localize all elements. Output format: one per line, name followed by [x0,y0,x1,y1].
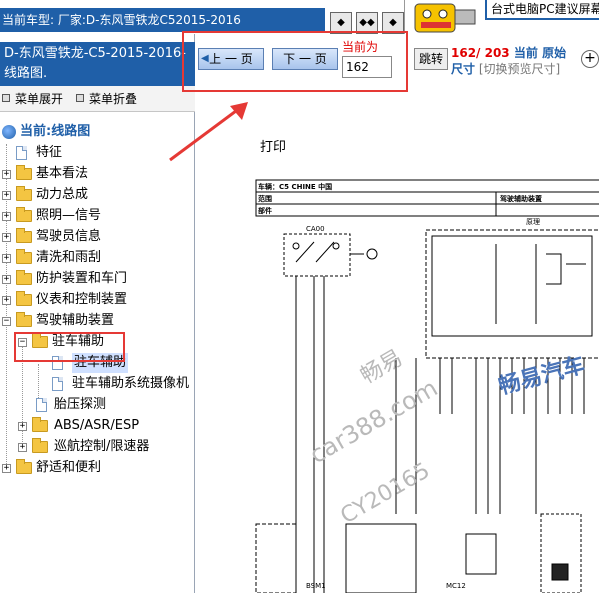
document-title: D-东风雪铁龙-C5-2015-2016- 线路图. [0,42,195,86]
folder-icon [16,249,32,264]
page-icon [52,377,63,391]
page-icon [16,146,27,160]
globe-icon [2,125,16,139]
folder-icon [16,312,32,327]
tree-item-label: ABS/ASR/ESP [54,418,140,433]
header-scope: 范围 [258,194,272,203]
tree-item-label: 巡航控制/限速器 [54,439,150,454]
expand-icon[interactable]: + [2,464,11,473]
tree-item-label: 驻车辅助系统摄像机 [72,376,190,391]
folder-icon [32,417,48,432]
annotation-arrow [169,102,248,162]
folder-icon [16,228,32,243]
double-arrow-icon[interactable]: ◆◆ [356,12,378,34]
arrow-icon[interactable]: ◆ [382,12,404,34]
expand-icon[interactable]: + [2,191,11,200]
header-principle: 原理 [526,218,540,226]
ad-banner[interactable]: 台式电脑PC建议屏幕 [404,0,599,34]
expand-icon[interactable]: + [18,422,27,431]
original-size-label: 原始 [542,46,567,60]
parking-module [425,229,599,359]
collapse-icon[interactable]: − [2,317,11,326]
page-number-input[interactable] [342,56,392,78]
vehicle-model-bar: 当前车型: 厂家:D-东风雪铁龙C52015-2016 [0,8,325,32]
tree-highlight-box [14,332,125,362]
watermark: CY20165 [337,458,435,529]
connector-ca00-label: CA00 [306,225,325,233]
next-page-button[interactable]: 下 一 页 [272,48,338,70]
mascot-icon [414,3,476,33]
square-icon [2,94,10,102]
next-page-label: 下 一 页 [283,52,327,66]
tree-item-label: 照明—信号 [36,208,102,223]
expand-icon[interactable]: + [2,170,11,179]
page-toolbar: ◀ 上 一 页 下 一 页 当前为 跳转 162/ 203 当前 原始 尺寸 [… [182,31,599,94]
expand-icon[interactable]: + [18,443,27,452]
folder-icon [16,165,32,180]
top-bar: 当前车型: 厂家:D-东风雪铁龙C52015-2016 ◆ ◆◆ ◆ 台式电脑P… [0,0,599,34]
expand-icon[interactable]: + [2,254,11,263]
folder-icon [16,186,32,201]
header-vehicle: 车辆：C5 CHINE 中国 [258,182,332,191]
header-part: 部件 [258,206,272,215]
tree-item-label: 驾驶辅助装置 [36,313,115,328]
expand-icon[interactable]: + [2,212,11,221]
tree-item-label: 防护装置和车门 [36,271,128,286]
expand-all-label: 菜单展开 [15,92,64,106]
page-count-value: 162/ 203 [451,46,510,60]
preview-toggle[interactable]: 尺寸 [切换预览尺寸] [451,60,560,77]
watermark: 畅易 [357,346,408,390]
jump-button[interactable]: 跳转 [414,48,448,70]
square-icon [76,94,84,102]
tree-item-label: 清洗和雨刮 [36,250,102,265]
current-mode-label: 当前 [513,46,538,60]
ad-text: 台式电脑PC建议屏幕 [485,0,599,20]
tree-item-label: 基本看法 [36,166,89,181]
folder-icon [16,459,32,474]
first-page-icon[interactable]: ◆ [330,12,352,34]
arrow-left-icon: ◀ [201,53,209,64]
size-label: 尺寸 [451,62,476,76]
collapse-all-label: 菜单折叠 [89,92,138,106]
page-count: 162/ 203 当前 原始 [451,44,566,61]
label-mc12: MC12 [446,582,466,590]
folder-icon [16,207,32,222]
tree-item-label: 特征 [36,145,63,160]
expand-icon[interactable]: + [2,275,11,284]
label-bsm1: BSM1 [306,582,326,590]
brand-watermark: 畅易汽车 [496,352,588,400]
tree-item-label: 当前:线路图 [20,124,91,139]
tree-item-label: 舒适和便利 [36,460,102,475]
prev-page-label: 上 一 页 [209,52,253,66]
current-page-label: 当前为 [342,40,379,54]
collapse-all-button[interactable]: 菜单折叠 [76,90,137,108]
tree-item-label: 驾驶员信息 [36,229,102,244]
prev-page-button[interactable]: ◀ 上 一 页 [198,48,264,70]
folder-icon [16,270,32,285]
tree-item-label: 仪表和控制装置 [36,292,128,307]
tree-item-label: 动力总成 [36,187,89,202]
zoom-in-icon[interactable]: + [581,50,599,68]
watermark: car388.com [305,374,442,469]
vehicle-model-label: 当前车型: 厂家:D-东风雪铁龙C52015-2016 [2,13,241,27]
folder-icon [32,438,48,453]
header-function: 驾驶辅助装置 [499,194,542,203]
page-icon [36,398,47,412]
expand-all-button[interactable]: 菜单展开 [2,90,63,108]
expand-icon[interactable]: + [2,296,11,305]
expand-icon[interactable]: + [2,233,11,242]
folder-icon [16,291,32,306]
toggle-preview-link[interactable]: [切换预览尺寸] [479,62,560,76]
tree-item-label: 胎压探测 [54,397,107,412]
